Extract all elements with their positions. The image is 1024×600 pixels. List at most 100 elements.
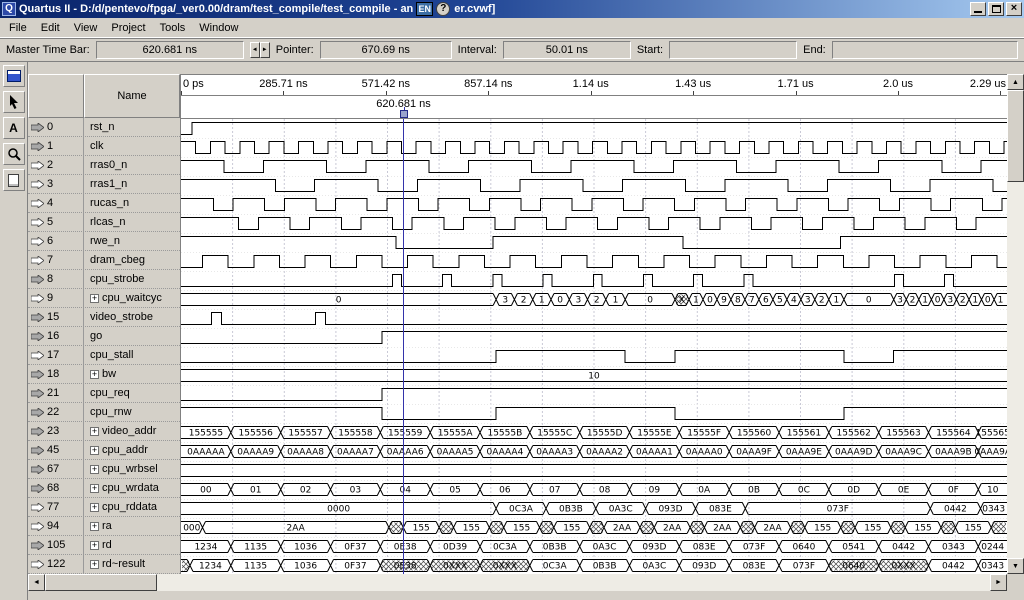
expand-icon[interactable]: + — [90, 484, 99, 493]
time-left-button[interactable]: ◄ — [250, 42, 260, 58]
signal-row[interactable]: 8cpu_strobe — [28, 270, 180, 289]
signal-row[interactable]: 2rras0_n — [28, 156, 180, 175]
text-tool-button[interactable]: A — [3, 117, 25, 139]
signal-index-cell[interactable]: 6 — [28, 232, 84, 250]
signal-index-cell[interactable]: 122 — [28, 555, 84, 573]
signal-name-cell[interactable]: dram_cbeg — [84, 251, 180, 269]
signal-index-cell[interactable]: 1 — [28, 137, 84, 155]
horizontal-scrollbar[interactable]: ◄ ► — [28, 574, 1007, 591]
scroll-right-button[interactable]: ► — [990, 574, 1007, 591]
signal-name-cell[interactable]: +rd~result — [84, 555, 180, 573]
master-time-marker-row[interactable]: 620.681 ns — [181, 96, 1007, 119]
expand-icon[interactable]: + — [90, 560, 99, 569]
signal-index-cell[interactable]: 0 — [28, 118, 84, 136]
zoom-tool-button[interactable] — [3, 143, 25, 165]
signal-row[interactable]: 105+rd — [28, 536, 180, 555]
signal-index-cell[interactable]: 17 — [28, 346, 84, 364]
expand-icon[interactable]: + — [90, 427, 99, 436]
titlebar[interactable]: Q Quartus II - D:/d/pentevo/fpga/_ver0.0… — [0, 0, 1024, 18]
signal-name-cell[interactable]: +cpu_addr — [84, 441, 180, 459]
document-tool-button[interactable] — [3, 169, 25, 191]
menu-view[interactable]: View — [67, 20, 105, 36]
signal-name-cell[interactable]: rlcas_n — [84, 213, 180, 231]
expand-icon[interactable]: + — [90, 465, 99, 474]
signal-name-cell[interactable]: rras0_n — [84, 156, 180, 174]
horizontal-scroll-track[interactable] — [45, 574, 990, 591]
time-right-button[interactable]: ► — [260, 42, 270, 58]
language-indicator[interactable]: EN — [416, 2, 433, 16]
signal-name-cell[interactable]: clk — [84, 137, 180, 155]
signal-row[interactable]: 23+video_addr — [28, 422, 180, 441]
help-icon[interactable]: ? — [436, 2, 450, 16]
minimize-button[interactable] — [970, 2, 986, 16]
menu-window[interactable]: Window — [192, 20, 245, 36]
signal-name-cell[interactable]: rwe_n — [84, 232, 180, 250]
master-time-bar-value[interactable]: 620.681 ns — [96, 41, 244, 59]
signal-name-cell[interactable]: +cpu_wrdata — [84, 479, 180, 497]
signal-index-cell[interactable]: 16 — [28, 327, 84, 345]
signal-name-cell[interactable]: go — [84, 327, 180, 345]
menu-edit[interactable]: Edit — [34, 20, 67, 36]
signal-name-cell[interactable]: +ra — [84, 517, 180, 535]
signal-row[interactable]: 77+cpu_rddata — [28, 498, 180, 517]
signal-name-cell[interactable]: rucas_n — [84, 194, 180, 212]
menu-tools[interactable]: Tools — [153, 20, 193, 36]
master-time-handle[interactable] — [400, 110, 408, 118]
signal-name-cell[interactable]: +bw — [84, 365, 180, 383]
signal-row[interactable]: 4rucas_n — [28, 194, 180, 213]
signal-index-cell[interactable]: 105 — [28, 536, 84, 554]
signal-row[interactable]: 7dram_cbeg — [28, 251, 180, 270]
signal-name-cell[interactable]: +cpu_wrbsel — [84, 460, 180, 478]
signal-name-cell[interactable]: cpu_strobe — [84, 270, 180, 288]
signal-row[interactable]: 122+rd~result — [28, 555, 180, 574]
signal-index-cell[interactable]: 21 — [28, 384, 84, 402]
signal-name-cell[interactable]: +cpu_rddata — [84, 498, 180, 516]
signal-index-cell[interactable]: 9 — [28, 289, 84, 307]
signal-name-cell[interactable]: +video_addr — [84, 422, 180, 440]
expand-icon[interactable]: + — [90, 294, 99, 303]
name-column-header[interactable]: Name — [84, 74, 180, 118]
expand-icon[interactable]: + — [90, 541, 99, 550]
signal-row[interactable]: 6rwe_n — [28, 232, 180, 251]
signal-index-cell[interactable]: 8 — [28, 270, 84, 288]
signal-name-cell[interactable]: rst_n — [84, 118, 180, 136]
signal-index-cell[interactable]: 77 — [28, 498, 84, 516]
signal-name-cell[interactable]: +rd — [84, 536, 180, 554]
signal-name-cell[interactable]: video_strobe — [84, 308, 180, 326]
vertical-scroll-thumb[interactable] — [1007, 90, 1024, 182]
menu-file[interactable]: File — [2, 20, 34, 36]
signal-index-cell[interactable]: 68 — [28, 479, 84, 497]
scroll-left-button[interactable]: ◄ — [28, 574, 45, 591]
signal-row[interactable]: 67+cpu_wrbsel — [28, 460, 180, 479]
report-tool-button[interactable] — [3, 65, 25, 87]
signal-row[interactable]: 5rlcas_n — [28, 213, 180, 232]
signal-name-cell[interactable]: cpu_rnw — [84, 403, 180, 421]
signal-row[interactable]: 0rst_n — [28, 118, 180, 137]
signal-row[interactable]: 16go — [28, 327, 180, 346]
signal-index-cell[interactable]: 5 — [28, 213, 84, 231]
scroll-down-button[interactable]: ▼ — [1007, 558, 1024, 574]
restore-button[interactable] — [988, 2, 1004, 16]
signal-row[interactable]: 45+cpu_addr — [28, 441, 180, 460]
signal-index-cell[interactable]: 2 — [28, 156, 84, 174]
signal-name-cell[interactable]: cpu_req — [84, 384, 180, 402]
signal-row[interactable]: 94+ra — [28, 517, 180, 536]
signal-row[interactable]: 18+bw — [28, 365, 180, 384]
expand-icon[interactable]: + — [90, 503, 99, 512]
signal-row[interactable]: 1clk — [28, 137, 180, 156]
vertical-scrollbar[interactable]: ▲ ▼ — [1007, 74, 1024, 574]
signal-row[interactable]: 15video_strobe — [28, 308, 180, 327]
signal-row[interactable]: 9+cpu_waitcyc — [28, 289, 180, 308]
scroll-up-button[interactable]: ▲ — [1007, 74, 1024, 90]
index-column-header[interactable] — [28, 74, 84, 118]
signal-index-cell[interactable]: 15 — [28, 308, 84, 326]
signal-index-cell[interactable]: 67 — [28, 460, 84, 478]
menu-project[interactable]: Project — [104, 20, 152, 36]
expand-icon[interactable]: + — [90, 446, 99, 455]
vertical-scroll-track[interactable] — [1007, 90, 1024, 558]
signal-row[interactable]: 3rras1_n — [28, 175, 180, 194]
expand-icon[interactable]: + — [90, 370, 99, 379]
close-button[interactable]: × — [1006, 2, 1022, 16]
time-ruler[interactable]: 0 ps285.71 ns571.42 ns857.14 ns1.14 us1.… — [181, 75, 1007, 96]
horizontal-scroll-thumb[interactable] — [45, 574, 157, 591]
